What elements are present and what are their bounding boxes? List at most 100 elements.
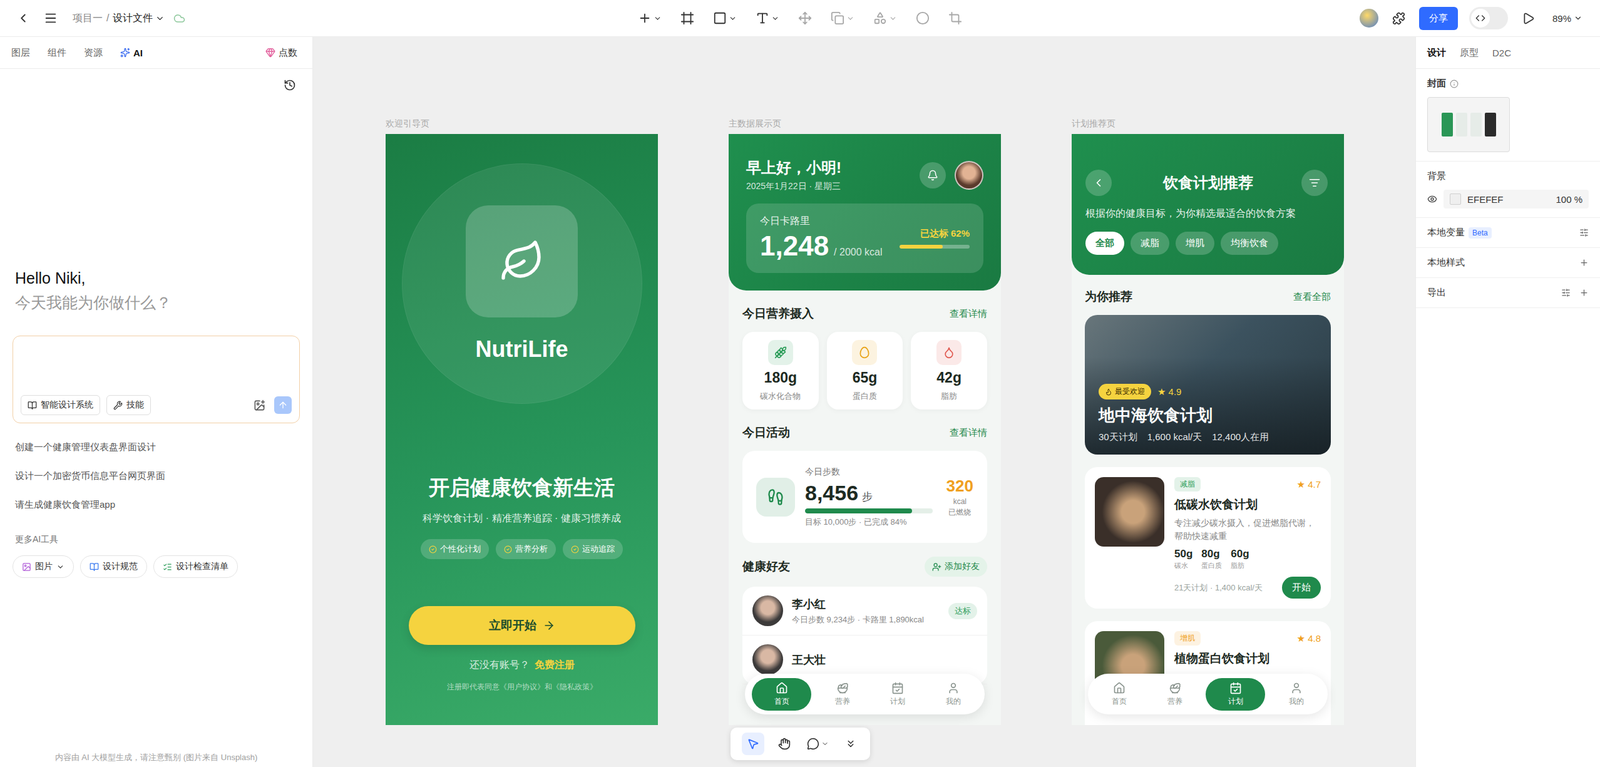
panel-tab[interactable]: AI xyxy=(120,45,143,61)
tool-chip[interactable]: 设计规范 xyxy=(80,555,148,578)
back-button[interactable] xyxy=(1085,169,1112,196)
section-link[interactable]: 查看详情 xyxy=(949,307,988,320)
back-button[interactable] xyxy=(13,8,33,28)
filter-chip[interactable]: 均衡饮食 xyxy=(1220,231,1279,255)
zoom-select[interactable]: 89% xyxy=(1548,12,1587,25)
flame-icon xyxy=(1104,388,1113,396)
gem-icon xyxy=(265,47,276,58)
suggestion-item[interactable]: 创建一个健康管理仪表盘界面设计 xyxy=(15,440,298,453)
comment-tool[interactable] xyxy=(804,734,832,753)
nav-item[interactable]: 营养 xyxy=(818,677,867,711)
info-icon xyxy=(1449,79,1459,89)
filter-chip[interactable]: 全部 xyxy=(1085,231,1125,255)
tool-button[interactable] xyxy=(945,8,965,28)
user-avatar[interactable] xyxy=(1359,8,1379,28)
tool-chip[interactable]: 图片 xyxy=(12,555,74,578)
plan-info: 减脂★ 4.7低碳水饮食计划专注减少碳水摄入，促进燃脂代谢，帮助快速减重50g碳… xyxy=(1174,476,1321,599)
color-swatch xyxy=(1449,193,1462,205)
beta-badge: Beta xyxy=(1468,227,1492,239)
prompt-input[interactable]: 智能设计系统技能 xyxy=(12,335,300,424)
points-button[interactable]: 点数 xyxy=(261,46,302,60)
start-button[interactable]: 立即开始 xyxy=(408,605,636,645)
plan-start-button[interactable]: 开始 xyxy=(1282,576,1321,599)
tool-button[interactable] xyxy=(870,8,900,28)
add-icon xyxy=(637,11,652,26)
nav-item[interactable]: 首页 xyxy=(1094,677,1144,711)
tool-button[interactable] xyxy=(753,8,782,28)
sliders-icon[interactable] xyxy=(1561,287,1571,298)
nav-item[interactable]: 计划 xyxy=(873,677,923,711)
checklist-icon xyxy=(162,562,173,572)
breadcrumb-project[interactable]: 项目一 xyxy=(72,11,103,26)
panel-tab[interactable]: 资源 xyxy=(83,44,103,62)
panel-tab[interactable]: D2C xyxy=(1492,45,1512,61)
prompt-option-button[interactable]: 智能设计系统 xyxy=(20,394,101,416)
select-tool[interactable] xyxy=(741,732,765,755)
collapse-toolbar-button[interactable] xyxy=(842,735,859,752)
tool-button[interactable] xyxy=(913,8,933,28)
nav-item[interactable]: 首页 xyxy=(751,677,812,711)
preview-button[interactable] xyxy=(1519,9,1538,28)
plan-meta: 21天计划 · 1,400 kcal/天 xyxy=(1174,582,1263,594)
tool-button[interactable] xyxy=(710,8,740,28)
background-section: 背景EFEFEF100 % xyxy=(1415,161,1600,218)
section-title-row: 本地变量Beta xyxy=(1427,226,1589,239)
chevron-down-icon xyxy=(56,562,65,571)
notification-button[interactable] xyxy=(919,162,946,189)
tool-chip[interactable]: 设计检查清单 xyxy=(153,555,238,578)
cover-thumbnail[interactable] xyxy=(1427,97,1510,153)
panel-tab[interactable]: 组件 xyxy=(47,44,67,62)
image-icon xyxy=(21,562,32,572)
featured-plan-card[interactable]: 最受欢迎★ 4.9地中海饮食计划30天计划1,600 kcal/天12,400人… xyxy=(1084,314,1331,455)
history-button[interactable] xyxy=(281,76,299,94)
breadcrumb-file[interactable]: 设计文件 xyxy=(112,11,165,26)
featured-meta-item: 1,600 kcal/天 xyxy=(1147,431,1203,444)
thumbnail-frame xyxy=(1484,112,1497,137)
profile-avatar[interactable] xyxy=(954,160,984,190)
chevron-down-icon xyxy=(771,14,780,23)
nav-item[interactable]: 营养 xyxy=(1150,677,1200,711)
sliders-icon[interactable] xyxy=(1579,227,1589,238)
plan-description: 专注减少碳水摄入，促进燃脂代谢，帮助快速减重 xyxy=(1174,516,1321,543)
nav-item[interactable]: 我的 xyxy=(928,677,978,711)
panel-tab[interactable]: 设计 xyxy=(1427,44,1447,62)
plan-title: 低碳水饮食计划 xyxy=(1174,496,1321,513)
section-link[interactable]: 查看详情 xyxy=(949,426,988,439)
burned-block: 320kcal已燃烧 xyxy=(942,476,974,518)
suggestion-item[interactable]: 设计一个加密货币信息平台网页界面 xyxy=(15,469,298,482)
filter-chip[interactable]: 增肌 xyxy=(1175,231,1215,255)
send-button[interactable] xyxy=(274,396,292,414)
signup-link[interactable]: 免费注册 xyxy=(534,658,575,672)
panel-tab[interactable]: 图层 xyxy=(11,44,31,62)
nav-item[interactable]: 我的 xyxy=(1271,677,1321,711)
frame-label: 计划推荐页 xyxy=(1071,118,1344,130)
friend-info: 王大壮 xyxy=(791,652,978,668)
hand-tool[interactable] xyxy=(775,734,794,753)
plugin-button[interactable] xyxy=(1389,9,1408,28)
plus-icon[interactable] xyxy=(1579,257,1589,268)
panel-tab[interactable]: 原型 xyxy=(1459,44,1479,62)
burned-value: 320 xyxy=(946,476,974,496)
color-field[interactable]: EFEFEF100 % xyxy=(1443,189,1589,209)
filter-chip[interactable]: 减脂 xyxy=(1130,231,1170,255)
friend-row[interactable]: 李小红今日步数 9,234步 · 卡路里 1,890kcal达标 xyxy=(742,586,988,636)
section-link[interactable]: 查看全部 xyxy=(1293,291,1331,303)
filter-button[interactable] xyxy=(1301,169,1328,196)
plan-card[interactable]: 减脂★ 4.7低碳水饮食计划专注减少碳水摄入，促进燃脂代谢，帮助快速减重50g碳… xyxy=(1084,466,1331,609)
burned-unit: kcal xyxy=(953,497,967,506)
code-mode-toggle[interactable] xyxy=(1469,6,1508,30)
tool-button[interactable] xyxy=(677,8,697,28)
menu-button[interactable] xyxy=(41,8,61,28)
image-upload-icon[interactable] xyxy=(253,399,266,412)
add-friend-button[interactable]: 添加好友 xyxy=(924,556,988,577)
tool-button[interactable] xyxy=(828,8,857,28)
plan-tag: 增肌 xyxy=(1174,630,1201,646)
plus-icon[interactable] xyxy=(1579,287,1589,298)
visibility-icon[interactable] xyxy=(1427,194,1438,205)
share-button[interactable]: 分享 xyxy=(1419,6,1458,31)
tool-button[interactable] xyxy=(635,8,665,28)
nav-item[interactable]: 计划 xyxy=(1205,677,1266,711)
suggestion-item[interactable]: 请生成健康饮食管理app xyxy=(15,498,298,511)
prompt-option-button[interactable]: 技能 xyxy=(106,394,151,416)
tool-button[interactable] xyxy=(795,8,815,28)
